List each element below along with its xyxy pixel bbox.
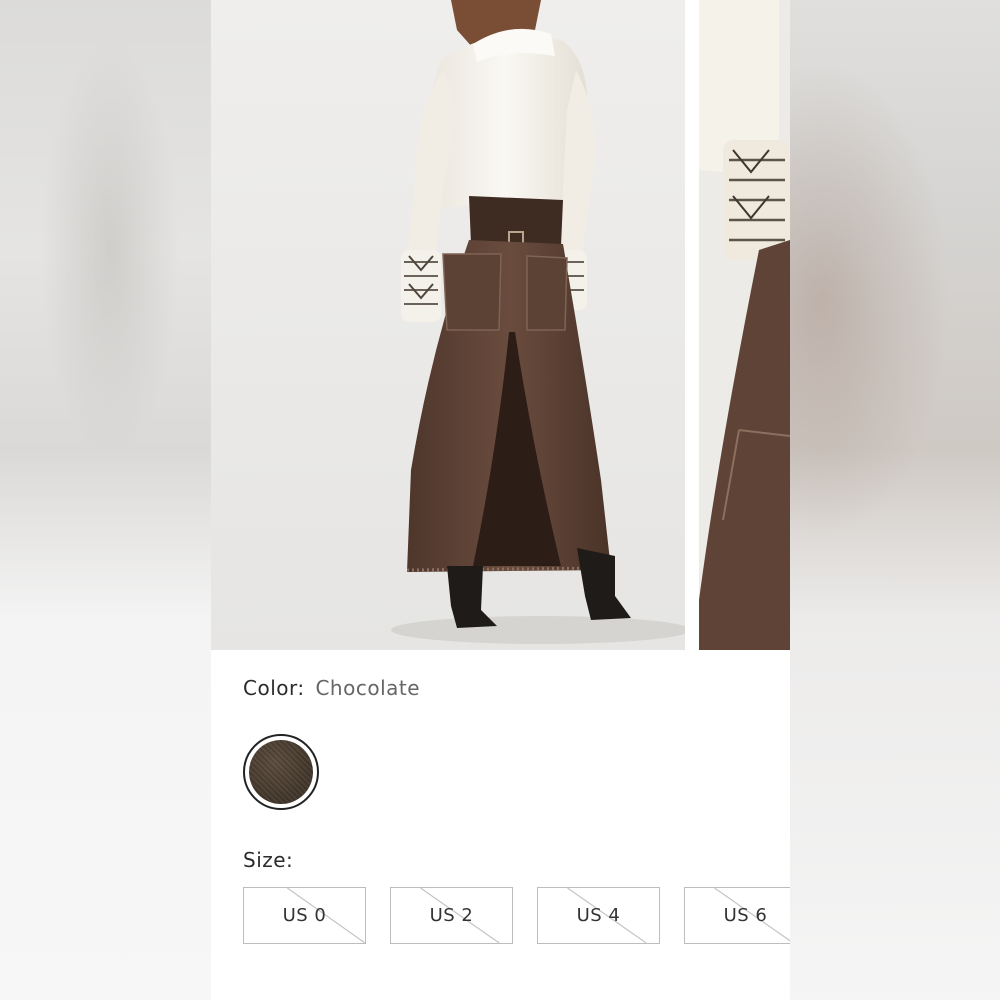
swatch-fabric-texture [249,740,313,804]
skirt-detail-photo[interactable] [699,0,790,650]
model-back-view-photo[interactable] [211,0,685,650]
screenshot-frame: Color: Chocolate Size: US 0 US 2 US 4 US… [0,0,1000,1000]
model-illustration [211,0,685,650]
selected-color-value: Chocolate [315,676,421,700]
blurred-background-right [790,0,1000,1000]
size-option-us-4[interactable]: US 4 [537,887,660,944]
size-option-label: US 6 [723,905,768,926]
image-gallery[interactable] [211,0,790,650]
product-page: Color: Chocolate Size: US 0 US 2 US 4 US… [211,0,790,1000]
size-options: US 0 US 2 US 4 US 6 [243,887,790,947]
size-option-label: US 2 [429,905,474,926]
color-swatch-chocolate[interactable] [243,734,319,810]
color-selection-label: Color: Chocolate [243,676,420,700]
size-option-label: US 0 [282,905,327,926]
size-option-label: US 4 [576,905,621,926]
size-label: Size: [243,848,294,872]
blurred-background-left [0,0,211,1000]
product-options: Color: Chocolate Size: US 0 US 2 US 4 US… [211,650,790,1000]
size-option-us-0[interactable]: US 0 [243,887,366,944]
size-option-us-6[interactable]: US 6 [684,887,790,944]
size-option-us-2[interactable]: US 2 [390,887,513,944]
detail-illustration [699,0,790,650]
color-label: Color: [243,676,305,700]
